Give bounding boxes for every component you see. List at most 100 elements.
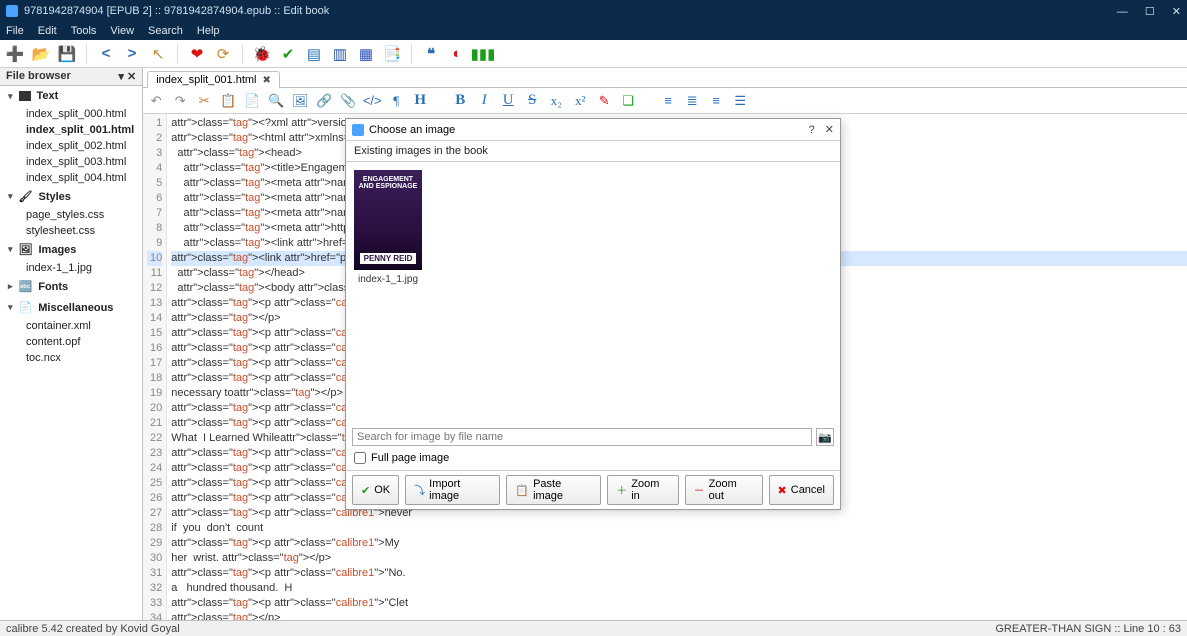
check-icon[interactable]: ✔ xyxy=(279,45,297,63)
undo-icon[interactable]: ↶ xyxy=(147,92,165,110)
superscript-icon[interactable]: x² xyxy=(571,92,589,110)
dialog-close-icon[interactable]: ✕ xyxy=(825,124,834,136)
image-insert-icon[interactable]: 🖼 xyxy=(291,92,309,110)
titlebar: 9781942874904 [EPUB 2] :: 9781942874904.… xyxy=(0,0,1187,22)
section-text[interactable]: ▾Text xyxy=(0,86,142,106)
bars-icon[interactable]: ▮▮▮ xyxy=(474,45,492,63)
underline-icon[interactable]: U xyxy=(499,92,517,110)
align-left-icon[interactable]: ≡ xyxy=(659,92,677,110)
refresh-icon[interactable]: ⟳ xyxy=(214,45,232,63)
menu-edit[interactable]: Edit xyxy=(38,25,57,37)
tab-active[interactable]: index_split_001.html✖ xyxy=(147,71,280,88)
toc-edit-icon[interactable]: ▤ xyxy=(305,45,323,63)
align-center-icon[interactable]: ≣ xyxy=(683,92,701,110)
menubar: File Edit Tools View Search Help xyxy=(0,22,1187,40)
bgcolor-icon[interactable]: ❏ xyxy=(619,92,637,110)
cancel-button[interactable]: ✖Cancel xyxy=(769,475,834,505)
zoom-in-button[interactable]: ＋Zoom in xyxy=(607,475,678,505)
folder-icon: 📄 xyxy=(19,301,33,314)
full-page-label: Full page image xyxy=(371,452,449,464)
full-page-checkbox[interactable] xyxy=(354,452,366,464)
attach-icon[interactable]: 📎 xyxy=(339,92,357,110)
circle-icon[interactable]: ◐ xyxy=(448,45,466,63)
search-icon[interactable]: 🔍 xyxy=(267,92,285,110)
save-icon[interactable]: 💾 xyxy=(58,45,76,63)
align-right-icon[interactable]: ≡ xyxy=(707,92,725,110)
minimize-button[interactable]: — xyxy=(1117,6,1128,18)
menu-view[interactable]: View xyxy=(110,25,134,37)
image-search-input[interactable] xyxy=(352,428,812,446)
zoom-out-button[interactable]: －Zoom out xyxy=(685,475,763,505)
dialog-subtitle: Existing images in the book xyxy=(346,141,840,161)
italic-icon[interactable]: I xyxy=(475,92,493,110)
menu-file[interactable]: File xyxy=(6,25,24,37)
browse-folder-icon[interactable]: 📷 xyxy=(816,428,834,446)
menu-search[interactable]: Search xyxy=(148,25,183,37)
bold-icon[interactable]: B xyxy=(451,92,469,110)
paste-icon[interactable]: 📄 xyxy=(243,92,261,110)
menu-help[interactable]: Help xyxy=(197,25,220,37)
copy-icon[interactable]: 📑 xyxy=(383,45,401,63)
text-file[interactable]: index_split_002.html xyxy=(0,138,142,154)
text-file[interactable]: index_split_001.html xyxy=(0,122,142,138)
color-icon[interactable]: ✎ xyxy=(595,92,613,110)
bug-icon[interactable]: 🐞 xyxy=(253,45,271,63)
line-gutter: 1234567891011121314151617181920212223242… xyxy=(143,114,167,620)
redo-icon[interactable]: ↷ xyxy=(171,92,189,110)
book-cover: ENGAGEMENT AND ESPIONAGE PENNY REID xyxy=(354,170,422,270)
style-file[interactable]: stylesheet.css xyxy=(0,223,142,239)
quote-icon[interactable]: ❝ xyxy=(422,45,440,63)
strike-icon[interactable]: S xyxy=(523,92,541,110)
section-styles[interactable]: ▾🖌Styles xyxy=(0,186,142,207)
dialog-image-list[interactable]: ENGAGEMENT AND ESPIONAGE PENNY REID inde… xyxy=(346,161,840,424)
thumbnail-caption: index-1_1.jpg xyxy=(354,270,422,285)
text-file[interactable]: index_split_003.html xyxy=(0,154,142,170)
section-misc[interactable]: ▾📄Miscellaneous xyxy=(0,297,142,318)
copy-icon[interactable]: 📋 xyxy=(219,92,237,110)
cut-icon[interactable]: ✂ xyxy=(195,92,213,110)
word-icon[interactable]: ▦ xyxy=(357,45,375,63)
heading-icon[interactable]: H xyxy=(411,92,429,110)
panel-menu-icon[interactable]: ▾ ✕ xyxy=(118,70,136,83)
file-browser-panel: File browser▾ ✕ ▾Text index_split_000.ht… xyxy=(0,68,143,620)
open-file-icon[interactable]: 📂 xyxy=(32,45,50,63)
paste-image-button[interactable]: 📋Paste image xyxy=(506,475,601,505)
dialog-title: Choose an image xyxy=(369,124,455,136)
section-fonts[interactable]: ▸🔤Fonts xyxy=(0,276,142,297)
font-icon: 🔤 xyxy=(19,280,33,293)
image-file[interactable]: index-1_1.jpg xyxy=(0,260,142,276)
section-images[interactable]: ▾🖼Images xyxy=(0,239,142,260)
code-icon[interactable]: </> xyxy=(363,92,381,110)
style-file[interactable]: page_styles.css xyxy=(0,207,142,223)
main-toolbar: ➕ 📂 💾 < > ↖ ❤ ⟳ 🐞 ✔ ▤ ▥ ▦ 📑 ❝ ◐ ▮▮▮ xyxy=(0,40,1187,68)
tab-close-icon[interactable]: ✖ xyxy=(263,75,271,86)
menu-tools[interactable]: Tools xyxy=(71,25,97,37)
status-right: GREATER-THAN SIGN :: Line 10 : 63 xyxy=(995,623,1181,635)
dialog-help-icon[interactable]: ? xyxy=(809,124,815,136)
brush-icon: 🖌 xyxy=(19,190,33,203)
heart-icon[interactable]: ❤ xyxy=(188,45,206,63)
misc-file[interactable]: content.opf xyxy=(0,334,142,350)
align-justify-icon[interactable]: ☰ xyxy=(731,92,749,110)
text-file[interactable]: index_split_004.html xyxy=(0,170,142,186)
window-title: 9781942874904 [EPUB 2] :: 9781942874904.… xyxy=(24,5,329,17)
link-icon[interactable]: 🔗 xyxy=(315,92,333,110)
para-icon[interactable]: ¶ xyxy=(387,92,405,110)
text-file[interactable]: index_split_000.html xyxy=(0,106,142,122)
misc-file[interactable]: toc.ncx xyxy=(0,350,142,366)
import-image-button[interactable]: ⤵Import image xyxy=(405,475,500,505)
misc-file[interactable]: container.xml xyxy=(0,318,142,334)
new-file-icon[interactable]: ➕ xyxy=(6,45,24,63)
forward-icon[interactable]: > xyxy=(123,45,141,63)
maximize-button[interactable]: ☐ xyxy=(1145,6,1155,18)
subscript-icon[interactable]: x₂ xyxy=(547,92,565,110)
window-controls: — ☐ ✕ xyxy=(1103,5,1181,18)
ok-button[interactable]: ✔OK xyxy=(352,475,399,505)
page-icon[interactable]: ▥ xyxy=(331,45,349,63)
close-button[interactable]: ✕ xyxy=(1172,6,1181,18)
tab-bar: index_split_001.html✖ xyxy=(143,68,1187,88)
image-thumbnail[interactable]: ENGAGEMENT AND ESPIONAGE PENNY REID inde… xyxy=(354,170,422,285)
app-icon xyxy=(6,5,18,17)
cursor-icon[interactable]: ↖ xyxy=(149,45,167,63)
back-icon[interactable]: < xyxy=(97,45,115,63)
